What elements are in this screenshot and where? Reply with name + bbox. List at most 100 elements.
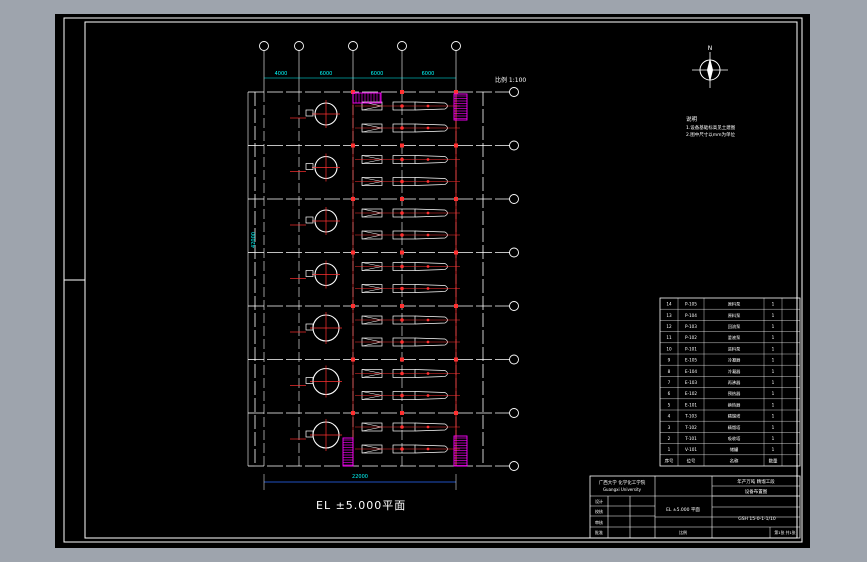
table-cell: E-104 — [685, 369, 697, 374]
title-project-2: 设备布置图 — [745, 488, 768, 495]
pump-node — [426, 158, 430, 161]
pump-node — [400, 286, 404, 291]
table-cell: E-105 — [685, 358, 697, 363]
pump-node — [426, 372, 430, 375]
table-cell: 2 — [668, 436, 671, 441]
pump-node — [400, 371, 404, 376]
table-cell: 预热器 — [728, 390, 741, 397]
table-cell: 1 — [772, 369, 775, 374]
table-cell: 1 — [772, 302, 775, 307]
title-label-review: 审核 — [595, 519, 603, 525]
pump-node — [426, 126, 430, 130]
pump-node — [426, 340, 430, 344]
table-cell: P-105 — [685, 302, 697, 307]
table-cell: P-102 — [685, 335, 697, 340]
pump-node — [400, 318, 404, 322]
table-cell: 1 — [772, 436, 775, 441]
title-school-en: Guangxi University — [603, 487, 642, 492]
table-cell: 1 — [772, 346, 775, 351]
column-node — [400, 411, 404, 415]
table-cell: 1 — [772, 425, 775, 430]
pump-node — [426, 447, 430, 451]
table-cell: 1 — [772, 414, 775, 419]
table-cell: 1 — [772, 313, 775, 318]
pump-node — [426, 233, 430, 237]
table-cell: E-101 — [685, 402, 697, 407]
pump-node — [426, 104, 430, 108]
table-cell: P-104 — [685, 313, 697, 318]
dim-left: 42000 — [251, 232, 257, 248]
table-cell: T-103 — [684, 414, 697, 419]
table-cell: 进料泵 — [728, 345, 741, 352]
table-cell: 釜液泵 — [728, 334, 741, 341]
table-cell: 冷凝器 — [728, 368, 741, 375]
pump-node — [426, 180, 430, 183]
table-cell: 1 — [772, 358, 775, 363]
table-cell: P-103 — [685, 324, 697, 329]
table-cell: 11 — [666, 335, 672, 340]
dim-top-3: 6000 — [371, 71, 384, 77]
table-cell: 8 — [668, 369, 671, 374]
table-cell: 6 — [668, 391, 671, 396]
table-cell: 回流泵 — [728, 323, 741, 330]
pump-node — [400, 447, 404, 451]
table-cell: 1 — [668, 447, 671, 452]
table-header: 序号 — [665, 457, 674, 464]
pump-node — [400, 340, 404, 344]
drawing-sheet — [55, 14, 810, 548]
pump-node — [400, 264, 404, 269]
pump-node — [400, 425, 404, 429]
table-cell: T-102 — [684, 425, 697, 430]
pump-node — [400, 233, 404, 237]
title-drawing-no: GSH 15-0-1-1/10 — [738, 516, 776, 522]
notes-line-1: 1.设备基础标高见土建图 — [686, 124, 736, 131]
table-cell: 1 — [772, 402, 775, 407]
pump-node — [400, 179, 404, 184]
title-sheet-label: 第1张 共1张 — [774, 530, 795, 535]
drawing-canvas: 4000 6000 6000 6000 42000 22000 比例 1:100… — [55, 14, 810, 548]
table-header: 数量 — [769, 457, 778, 464]
column-node — [400, 143, 404, 148]
table-cell: 1 — [772, 380, 775, 385]
table-cell: 精馏塔 — [728, 424, 741, 431]
table-cell: P-101 — [685, 346, 697, 351]
table-cell: 12 — [666, 324, 672, 329]
table-cell: 7 — [668, 380, 671, 385]
table-cell: 原料泵 — [728, 301, 741, 308]
table-cell: 10 — [666, 346, 672, 351]
table-cell: 4 — [668, 414, 671, 419]
title-project: 年产万吨 精馏工段 — [737, 478, 775, 485]
table-cell: 1 — [772, 324, 775, 329]
title-drawing-name: EL ±5.000 平面 — [666, 507, 700, 513]
table-cell: 1 — [772, 447, 775, 452]
table-cell: 1 — [772, 391, 775, 396]
pump-node — [426, 211, 430, 215]
column-node — [400, 250, 404, 255]
table-cell: 1 — [772, 335, 775, 340]
table-cell: 5 — [668, 402, 671, 407]
table-cell: 3 — [668, 425, 671, 430]
pump-node — [400, 104, 404, 108]
pump-node — [426, 394, 430, 397]
table-cell: 13 — [666, 313, 672, 318]
table-cell: 冷凝器 — [728, 357, 741, 364]
title-school: 广西大学 化学化工学院 — [599, 479, 646, 486]
pump-node — [426, 265, 430, 268]
pump-node — [400, 393, 404, 398]
table-cell: 14 — [666, 302, 672, 307]
table-cell: 再沸器 — [728, 379, 741, 386]
pump-node — [400, 126, 404, 130]
table-cell: 吸收塔 — [728, 435, 741, 442]
title-label-approve: 批准 — [595, 529, 603, 535]
title-label-check: 校核 — [595, 508, 603, 514]
column-node — [400, 304, 404, 308]
notes-line-2: 2.图中尺寸以mm为单位 — [686, 131, 736, 138]
table-cell: T-101 — [684, 436, 697, 441]
plan-title: EL ±5.000平面 — [316, 499, 407, 512]
column-node — [400, 197, 404, 201]
table-cell: 换热器 — [728, 401, 741, 408]
table-cell: V-101 — [685, 447, 697, 452]
pump-node — [426, 425, 430, 429]
title-label-design: 设计 — [595, 498, 603, 504]
table-cell: 精馏塔 — [728, 413, 741, 420]
